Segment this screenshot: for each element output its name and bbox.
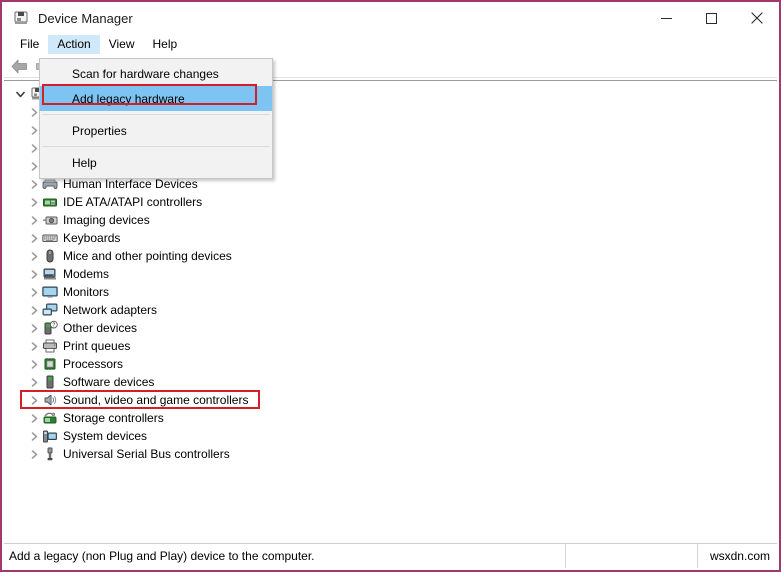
menubar-item-file[interactable]: File [11, 35, 48, 54]
minimize-button[interactable] [644, 2, 689, 34]
tree-item-monitors[interactable]: Monitors [4, 283, 248, 301]
tree-item-label: System devices [63, 428, 147, 444]
device-manager-window: Device Manager File Action View Help [0, 0, 781, 572]
network-adapter-icon [42, 302, 58, 318]
chevron-right-icon[interactable] [26, 391, 42, 409]
chevron-right-icon[interactable] [26, 355, 42, 373]
tree-item-label: Storage controllers [63, 410, 164, 426]
status-message: Add a legacy (non Plug and Play) device … [4, 544, 565, 568]
menu-item-scan-for-hardware-changes[interactable]: Scan for hardware changes [40, 61, 272, 86]
chevron-down-icon[interactable] [12, 85, 28, 103]
tree-item-label: Imaging devices [63, 212, 150, 228]
chevron-right-icon[interactable] [26, 319, 42, 337]
tree-item-label: Other devices [63, 320, 137, 336]
menu-item-properties[interactable]: Properties [40, 118, 272, 143]
tree-item-print-queues[interactable]: Print queues [4, 337, 248, 355]
tree-item-storage-controllers[interactable]: Storage controllers [4, 409, 248, 427]
tree-item-processors[interactable]: Processors [4, 355, 248, 373]
tree-item-sound-video-and-game-controllers[interactable]: Sound, video and game controllers [4, 391, 248, 409]
close-button[interactable] [734, 2, 779, 34]
menu-bar: File Action View Help [2, 34, 779, 54]
chevron-right-icon[interactable] [26, 301, 42, 319]
tree-item-network-adapters[interactable]: Network adapters [4, 301, 248, 319]
keyboard-icon [42, 230, 58, 246]
tree-item-modems[interactable]: Modems [4, 265, 248, 283]
processor-icon [42, 356, 58, 372]
menu-item-add-legacy-hardware[interactable]: Add legacy hardware [40, 86, 272, 111]
chevron-right-icon[interactable] [26, 283, 42, 301]
back-arrow-icon[interactable] [8, 57, 30, 77]
chevron-right-icon[interactable] [26, 265, 42, 283]
menu-separator [42, 146, 270, 147]
tree-item-label: Print queues [63, 338, 130, 354]
mouse-icon [42, 248, 58, 264]
maximize-button[interactable] [689, 2, 734, 34]
imaging-device-icon [42, 212, 58, 228]
tree-item-label: Monitors [63, 284, 109, 300]
tree-item-label: IDE ATA/ATAPI controllers [63, 194, 202, 210]
other-device-icon: ? [42, 320, 58, 336]
ide-controller-icon [42, 194, 58, 210]
chevron-right-icon[interactable] [26, 409, 42, 427]
chevron-right-icon[interactable] [26, 337, 42, 355]
tree-item-label: Universal Serial Bus controllers [63, 446, 230, 462]
chevron-right-icon[interactable] [26, 229, 42, 247]
menubar-item-action[interactable]: Action [48, 35, 99, 54]
tree-item-software-devices[interactable]: Software devices [4, 373, 248, 391]
status-watermark: wsxdn.com [697, 544, 777, 568]
system-device-icon [42, 428, 58, 444]
tree-item-label: Keyboards [63, 230, 120, 246]
tree-item-label: Mice and other pointing devices [63, 248, 232, 264]
chevron-right-icon[interactable] [26, 211, 42, 229]
status-middle-pane [565, 544, 697, 568]
tree-item-imaging-devices[interactable]: Imaging devices [4, 211, 248, 229]
tree-item-universal-serial-bus-controllers[interactable]: Universal Serial Bus controllers [4, 445, 248, 463]
printer-icon [42, 338, 58, 354]
tree-item-keyboards[interactable]: Keyboards [4, 229, 248, 247]
tree-item-ide-ata-atapi-controllers[interactable]: IDE ATA/ATAPI controllers [4, 193, 248, 211]
title-bar: Device Manager [2, 2, 779, 34]
chevron-right-icon[interactable] [26, 193, 42, 211]
storage-controller-icon [42, 410, 58, 426]
tree-item-mice-and-other-pointing-devices[interactable]: Mice and other pointing devices [4, 247, 248, 265]
tree-item-system-devices[interactable]: System devices [4, 427, 248, 445]
svg-text:?: ? [52, 323, 55, 329]
monitor-icon [42, 284, 58, 300]
speaker-icon [42, 392, 58, 408]
window-title: Device Manager [38, 11, 133, 26]
menu-separator [42, 114, 270, 115]
modem-icon [42, 266, 58, 282]
window-controls [644, 2, 779, 34]
chevron-right-icon[interactable] [26, 427, 42, 445]
tree-item-label: Processors [63, 356, 123, 372]
chevron-right-icon[interactable] [26, 445, 42, 463]
tree-item-other-devices[interactable]: ? Other devices [4, 319, 248, 337]
menubar-item-help[interactable]: Help [144, 35, 187, 54]
tree-item-label: Modems [63, 266, 109, 282]
device-manager-icon [13, 10, 29, 26]
usb-icon [42, 446, 58, 462]
menu-item-help[interactable]: Help [40, 150, 272, 175]
tree-item-label: Sound, video and game controllers [63, 392, 248, 408]
software-device-icon [42, 374, 58, 390]
tree-item-label: Network adapters [63, 302, 157, 318]
action-menu-popup[interactable]: Scan for hardware changes Add legacy har… [39, 58, 273, 179]
chevron-right-icon[interactable] [26, 247, 42, 265]
status-bar: Add a legacy (non Plug and Play) device … [4, 543, 777, 568]
chevron-right-icon[interactable] [26, 373, 42, 391]
tree-item-label: Software devices [63, 374, 154, 390]
menubar-item-view[interactable]: View [100, 35, 144, 54]
